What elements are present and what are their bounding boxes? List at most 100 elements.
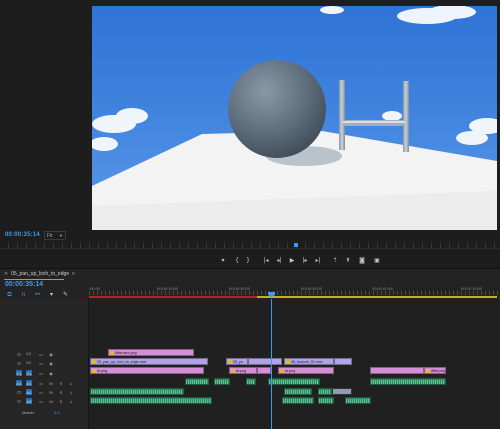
source-patch-v1[interactable]: V1	[16, 370, 22, 376]
microphone-icon[interactable]: ♫	[68, 389, 74, 395]
microphone-icon[interactable]: ♫	[68, 398, 74, 404]
sync-lock-icon[interactable]: ▭	[38, 380, 44, 386]
clip-name: 05_pan_up_loch_to_edge.mov	[97, 360, 147, 364]
lift-icon[interactable]: ⇡	[330, 255, 340, 265]
add-marker-icon[interactable]: ▾	[48, 291, 55, 298]
mute-button[interactable]: M	[48, 398, 54, 404]
time-ruler[interactable]: :00:00 00:00:15:00 00:00:30:00 00:00:45:…	[89, 285, 500, 299]
track-header-master: Master 0.0	[0, 409, 89, 417]
track-target-v1[interactable]: V1	[26, 370, 32, 376]
audio-clip-a3-2[interactable]	[282, 397, 314, 404]
program-monitor: 00:00:35:14 Fit ▼ ▾ { } |◂ ◂| ▶ |▸ ▸| ⇡ …	[0, 0, 500, 268]
clip-v2-b[interactable]: 05_pn	[226, 358, 248, 365]
audio-clip-a2-3[interactable]	[318, 388, 332, 395]
clip-v2-c[interactable]: 06_bounce_02.mov	[284, 358, 334, 365]
mute-button[interactable]: M	[48, 389, 54, 395]
menu-icon[interactable]: ≡	[72, 271, 75, 277]
clip-name: rb.png	[285, 369, 296, 373]
mark-out-icon[interactable]: }	[243, 255, 253, 265]
solo-button[interactable]: S	[58, 389, 64, 395]
mark-in-icon[interactable]: {	[232, 255, 242, 265]
lock-icon[interactable]: ⊡	[16, 389, 22, 395]
clip-thumbnail[interactable]	[332, 388, 352, 395]
track-headers: ⊡ V3 ▭ ◉ ⊡ V2 ▭ ◉ V1 V1 ▭ ◉ A1 A1 ▭ M S …	[0, 299, 89, 429]
timeline-tools: ⧉ ∩ ⚯ ▾ ✎	[6, 291, 69, 299]
goal-post-left	[339, 80, 345, 150]
wrench-icon[interactable]: ✎	[62, 291, 69, 298]
track-name: V2	[26, 360, 31, 365]
lock-icon[interactable]: ⊡	[16, 351, 22, 357]
clip-v2-gap[interactable]	[248, 358, 282, 365]
master-volume[interactable]: 0.0	[54, 410, 60, 415]
track-target-a3[interactable]: A3	[26, 398, 32, 404]
program-timecode[interactable]: 00:00:35:14	[5, 232, 40, 238]
eye-icon[interactable]: ◉	[48, 370, 54, 376]
clip-v2-d[interactable]	[334, 358, 352, 365]
go-to-in-icon[interactable]: |◂	[261, 255, 271, 265]
clip-v1-squares[interactable]	[370, 367, 424, 374]
close-icon[interactable]: ✕	[4, 271, 8, 277]
chevron-down-icon: ▼	[59, 233, 63, 238]
source-patch-a1[interactable]: A1	[16, 380, 22, 386]
monitor-playhead[interactable]	[294, 243, 298, 247]
sync-lock-icon[interactable]: ▭	[38, 389, 44, 395]
clip-v3[interactable]: Aftercarb.png	[108, 349, 194, 356]
clip-name: rb.png	[97, 369, 108, 373]
audio-clip-a2-1[interactable]	[90, 388, 184, 395]
audio-clip-a3-1[interactable]	[90, 397, 212, 404]
button-editor-icon[interactable]: ▣	[372, 255, 382, 265]
clip-v1-b[interactable]: rb.png	[229, 367, 257, 374]
track-target-a1[interactable]: A1	[26, 380, 32, 386]
insert-sequence-icon[interactable]: ⧉	[6, 291, 13, 298]
sequence-timecode[interactable]: 00:00:35:14	[5, 281, 43, 288]
track-name: V3	[26, 351, 31, 356]
fx-badge-icon	[426, 369, 430, 373]
extract-icon[interactable]: ⇞	[343, 255, 353, 265]
eye-icon[interactable]: ◉	[48, 351, 54, 357]
solo-button[interactable]: S	[58, 398, 64, 404]
sync-lock-icon[interactable]: ▭	[38, 398, 44, 404]
sync-lock-icon[interactable]: ▭	[38, 351, 44, 357]
eye-icon[interactable]: ◉	[48, 360, 54, 366]
audio-clip-a3-3[interactable]	[318, 397, 334, 404]
step-forward-icon[interactable]: |▸	[300, 255, 310, 265]
audio-clip-a2-2[interactable]	[284, 388, 312, 395]
audio-clip-a1-5[interactable]	[370, 378, 446, 385]
clip-v1-d[interactable]: Aftef.png	[424, 367, 446, 374]
audio-clip-a3-4[interactable]	[345, 397, 371, 404]
lock-icon[interactable]: ⊡	[16, 360, 22, 366]
mute-button[interactable]: M	[48, 380, 54, 386]
sync-lock-icon[interactable]: ▭	[38, 360, 44, 366]
go-to-out-icon[interactable]: ▸|	[313, 255, 323, 265]
linked-selection-icon[interactable]: ⚯	[34, 291, 41, 298]
solo-button[interactable]: S	[58, 380, 64, 386]
clip-name: Aftef.png	[431, 369, 446, 373]
sync-lock-icon[interactable]: ▭	[38, 370, 44, 376]
audio-clip-a1-2[interactable]	[214, 378, 230, 385]
export-frame-icon[interactable]: ◙	[357, 255, 367, 265]
play-icon[interactable]: ▶	[287, 255, 297, 265]
clip-v2-a[interactable]: 05_pan_up_loch_to_edge.mov	[90, 358, 208, 365]
timeline-playhead[interactable]	[271, 299, 272, 429]
program-viewer[interactable]	[92, 6, 497, 230]
audio-clip-a1-1[interactable]	[185, 378, 209, 385]
fx-badge-icon	[231, 369, 235, 373]
step-back-icon[interactable]: ◂|	[274, 255, 284, 265]
transport-controls: ▾ { } |◂ ◂| ▶ |▸ ▸| ⇡ ⇞ ◙ ▣	[0, 255, 500, 265]
ruler-ticks	[89, 291, 500, 295]
sequence-name: 05_pan_up_loch_to_edge	[11, 271, 70, 277]
microphone-icon[interactable]: ♫	[68, 380, 74, 386]
clip-v1-small[interactable]	[257, 367, 271, 374]
sphere	[228, 60, 326, 158]
add-marker-icon[interactable]: ▾	[218, 255, 228, 265]
sequence-tab[interactable]: ✕ 05_pan_up_loch_to_edge ≡	[4, 271, 75, 280]
lock-icon[interactable]: ⊡	[16, 398, 22, 404]
clip-v1-c[interactable]: rb.png	[278, 367, 334, 374]
audio-clip-a1-4[interactable]	[268, 378, 320, 385]
track-target-a2[interactable]: A2	[26, 389, 32, 395]
snap-icon[interactable]: ∩	[20, 291, 27, 298]
zoom-select[interactable]: Fit ▼	[44, 231, 66, 240]
monitor-time-ruler[interactable]	[0, 243, 500, 249]
audio-clip-a1-3[interactable]	[246, 378, 256, 385]
clip-v1-a[interactable]: rb.png	[90, 367, 204, 374]
